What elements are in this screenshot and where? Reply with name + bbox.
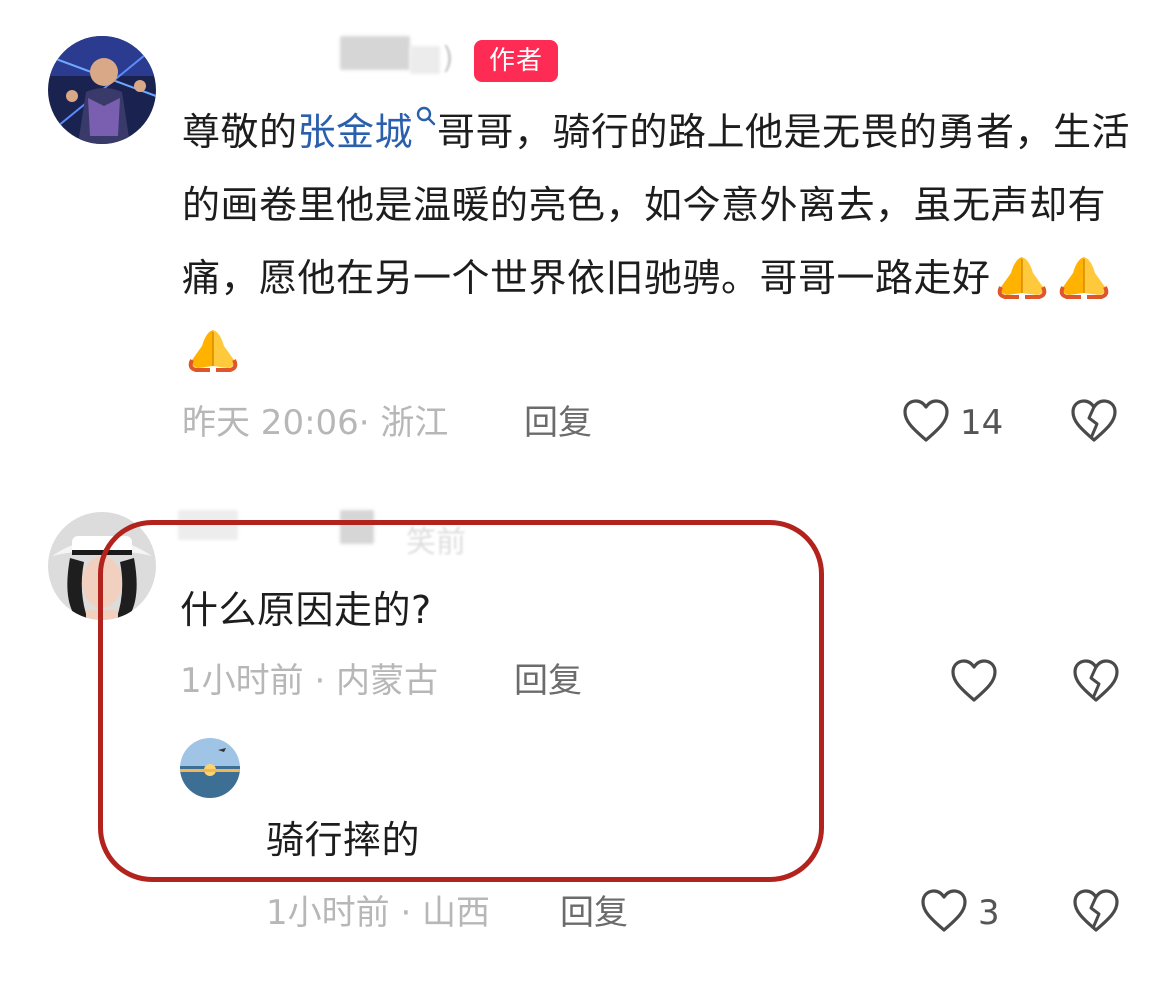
- like-count-3: 3: [978, 893, 1000, 933]
- comment-meta-1: 昨天 20:06· 浙江: [182, 403, 449, 443]
- replier-avatar[interactable]: [180, 738, 240, 798]
- commenter-avatar-2[interactable]: [48, 512, 156, 620]
- comment-thread: ) 作者 尊敬的张金城 哥哥，骑行的路上他是无畏的勇者，生活的画卷里他是温暖的亮色…: [0, 0, 1170, 983]
- folded-hands-icon: [997, 257, 1046, 299]
- dislike-broken-heart-icon[interactable]: [1072, 888, 1120, 934]
- author-badge: 作者: [474, 40, 558, 82]
- commenter-name-blurred-1b: [410, 46, 440, 74]
- like-heart-icon[interactable]: [920, 888, 968, 934]
- reply-meta: 1小时前 · 山西: [266, 893, 491, 933]
- search-icon[interactable]: [415, 105, 437, 127]
- like-count-1: 14: [960, 403, 1004, 443]
- reply-button-3[interactable]: 回复: [560, 896, 628, 930]
- comment-meta-2: 1小时前 · 内蒙古: [180, 661, 439, 701]
- reply-button-2[interactable]: 回复: [514, 664, 582, 698]
- commenter-name-blurred-2b: [340, 510, 374, 544]
- commenter-avatar-1[interactable]: [48, 36, 156, 144]
- dislike-broken-heart-icon[interactable]: [1072, 658, 1120, 704]
- folded-hands-icon: [1059, 257, 1108, 299]
- dislike-broken-heart-icon[interactable]: [1070, 398, 1118, 444]
- reply-button-1[interactable]: 回复: [524, 406, 592, 440]
- comment-text-2: 什么原因走的?: [180, 588, 432, 632]
- commenter-name-blurred-2: [178, 510, 238, 540]
- comment-text-1-before: 尊敬的: [182, 110, 298, 154]
- mention-text[interactable]: 张金城: [298, 110, 414, 154]
- folded-hands-icon: [188, 330, 238, 372]
- mention-link[interactable]: 张金城: [298, 106, 438, 154]
- commenter-name-blurred-1: [340, 36, 410, 70]
- like-heart-icon[interactable]: [950, 658, 998, 704]
- comment-text-1: 尊敬的张金城 哥哥，骑行的路上他是无畏的勇者，生活的画卷里他是温暖的亮色，如今意外…: [182, 96, 1132, 388]
- commenter-name-fragment-1: ): [442, 41, 454, 76]
- commenter-name-fragment-2: 笑前: [406, 525, 466, 560]
- like-heart-icon[interactable]: [902, 398, 950, 444]
- reply-text: 骑行摔的: [266, 818, 421, 862]
